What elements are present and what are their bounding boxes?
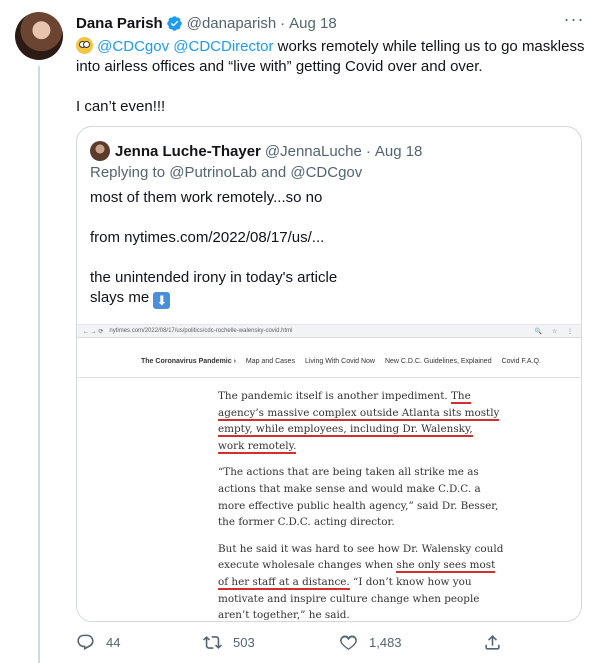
tweet-header: Dana Parish @danaparish · Aug 18 bbox=[76, 13, 337, 33]
article-screenshot-image[interactable]: ← → ⟳ nytimes.com/2022/08/17/us/politics… bbox=[77, 324, 581, 622]
tweet-text-line2: into airless offices and “live with” get… bbox=[76, 58, 483, 75]
nyt-nav-item: New C.D.C. Guidelines, Explained bbox=[384, 358, 492, 365]
like-count: 1,483 bbox=[369, 634, 402, 650]
quote-text: most of them work remotely...so no from … bbox=[90, 188, 337, 309]
tweet-text-line1: works remotely while telling us to go ma… bbox=[273, 38, 585, 55]
share-button[interactable] bbox=[483, 630, 513, 654]
browser-address-bar: ← → ⟳ nytimes.com/2022/08/17/us/politics… bbox=[77, 325, 581, 338]
tweet-text-line3: I can’t even!!! bbox=[76, 98, 166, 115]
reply-icon bbox=[77, 634, 94, 650]
quote-date: Aug 18 bbox=[374, 142, 423, 160]
article-body: The pandemic itself is another impedimen… bbox=[218, 388, 504, 622]
like-button[interactable]: 1,483 bbox=[339, 630, 402, 654]
mention-cdcdirector[interactable]: @CDCDirector bbox=[173, 38, 273, 55]
retweet-icon bbox=[203, 635, 222, 649]
quote-avatar bbox=[90, 141, 110, 161]
heart-icon bbox=[340, 635, 357, 650]
verified-badge-icon bbox=[166, 15, 182, 31]
article-paragraph: But he said it was hard to see how Dr. W… bbox=[218, 542, 504, 622]
retweet-count: 503 bbox=[233, 634, 255, 650]
reply-count: 44 bbox=[106, 634, 121, 650]
nyt-nav: The Coronavirus Pandemic › Map and Cases… bbox=[141, 358, 541, 365]
quote-line3: the unintended irony in today's article bbox=[90, 269, 338, 286]
browser-toolbar-icons: 🔍 ☆ ⋮ bbox=[534, 328, 577, 335]
article-paragraph: “The actions that are being taken all st… bbox=[218, 466, 499, 529]
quote-replying-to: Replying to @PutrinoLab and @CDCgov bbox=[90, 164, 363, 181]
author-name[interactable]: Dana Parish bbox=[76, 15, 163, 32]
tweet-actions: 44 503 1,483 bbox=[76, 630, 506, 654]
nyt-nav-item: Map and Cases bbox=[245, 358, 295, 365]
nyt-nav-item: Covid F.A.Q. bbox=[501, 358, 541, 365]
browser-url: nytimes.com/2022/08/17/us/politics/cdc-r… bbox=[109, 328, 293, 334]
author-handle[interactable]: @danaparish bbox=[187, 15, 276, 32]
quote-line4: slays me bbox=[90, 289, 150, 306]
browser-nav-icons: ← → ⟳ bbox=[83, 328, 104, 335]
nyt-nav-item: The Coronavirus Pandemic › bbox=[141, 358, 236, 365]
quote-separator: · bbox=[365, 142, 371, 160]
mention-cdcgov[interactable]: @CDCgov bbox=[97, 38, 169, 55]
quoted-tweet[interactable]: Jenna Luche-Thayer @JennaLuche · Aug 18 … bbox=[76, 126, 582, 622]
quote-line2: from nytimes.com/2022/08/17/us/... bbox=[90, 229, 325, 246]
nyt-divider bbox=[77, 377, 581, 378]
flushed-face-emoji-icon bbox=[76, 37, 93, 54]
quote-line1: most of them work remotely...so no bbox=[90, 189, 323, 206]
reply-button[interactable]: 44 bbox=[76, 630, 120, 654]
separator: · bbox=[280, 14, 286, 32]
share-icon bbox=[485, 634, 500, 650]
down-arrow-emoji-icon: ⬇ bbox=[153, 292, 171, 309]
article-paragraph: The pandemic itself is another impedimen… bbox=[218, 390, 500, 454]
author-avatar[interactable] bbox=[15, 12, 63, 60]
thread-line bbox=[38, 66, 40, 663]
tweet-text: @CDCgov @CDCDirector works remotely whil… bbox=[76, 37, 584, 117]
more-options-icon[interactable]: ··· bbox=[563, 10, 585, 34]
nyt-nav-item: Living With Covid Now bbox=[304, 358, 375, 365]
tweet-date[interactable]: Aug 18 bbox=[289, 15, 337, 32]
quote-author-handle: @JennaLuche bbox=[264, 142, 362, 160]
quote-header: Jenna Luche-Thayer @JennaLuche · Aug 18 bbox=[90, 141, 422, 161]
quote-author-name: Jenna Luche-Thayer bbox=[115, 142, 261, 160]
retweet-button[interactable]: 503 bbox=[203, 630, 255, 654]
